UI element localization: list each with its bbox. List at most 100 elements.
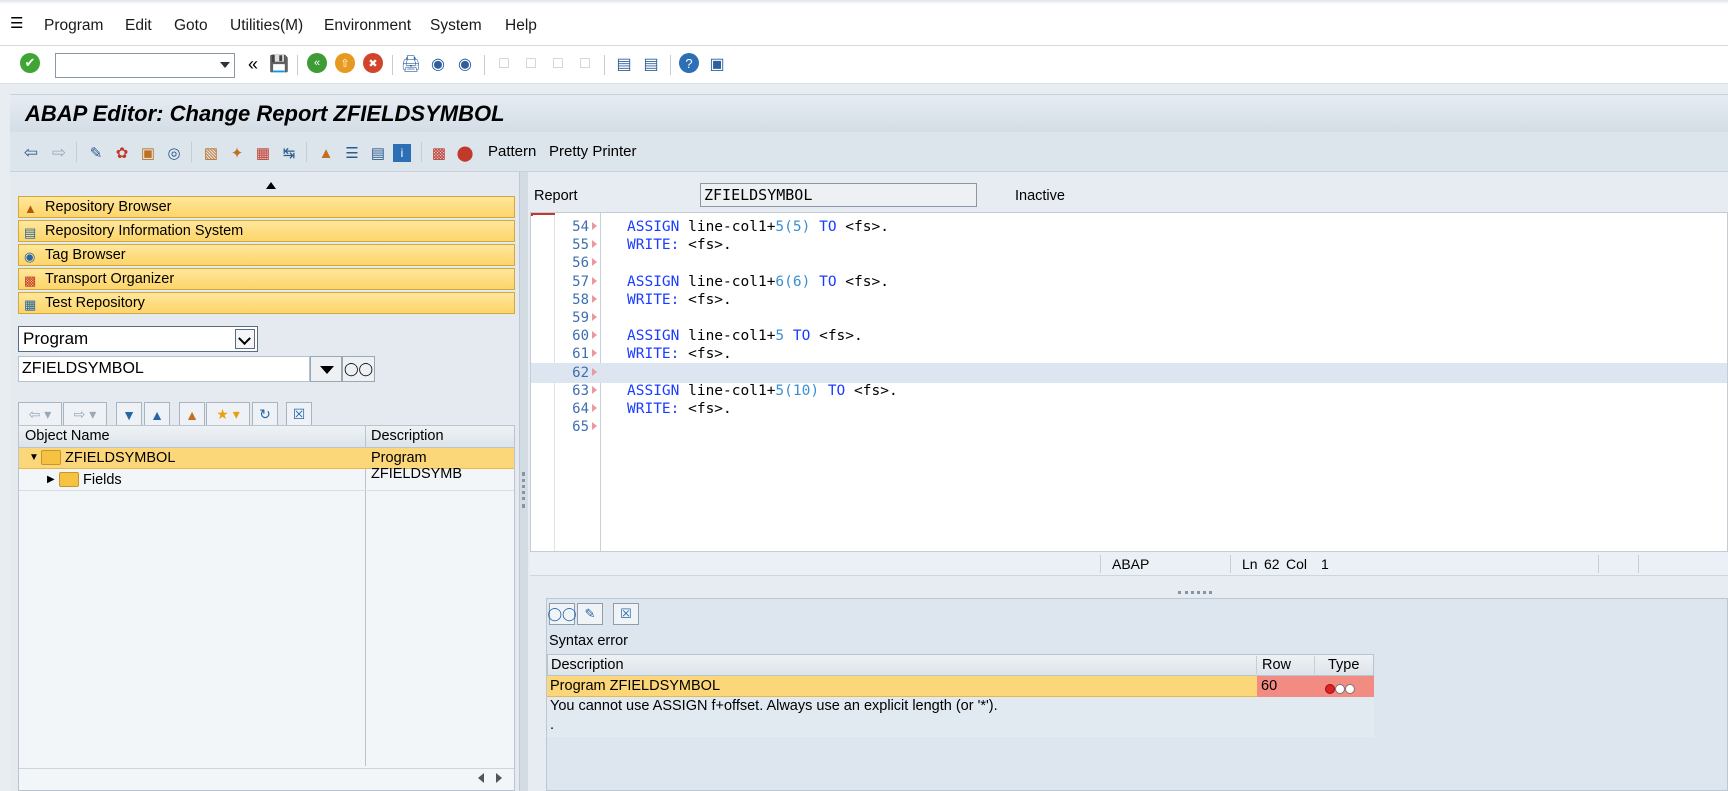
- stop-icon[interactable]: ⬤: [454, 142, 476, 164]
- menu-goto[interactable]: Goto: [174, 17, 208, 35]
- edit-pencil-icon[interactable]: ✎: [577, 603, 603, 625]
- scroll-left-icon[interactable]: [478, 773, 484, 783]
- where-used-icon[interactable]: ✦: [226, 142, 248, 164]
- code-line[interactable]: 61 WRITE: <fs>.: [531, 344, 1727, 364]
- tree-row-fields[interactable]: ▶ Fields: [19, 470, 514, 491]
- test-icon[interactable]: ▧: [200, 142, 222, 164]
- expand-subtree-icon[interactable]: ▼: [116, 402, 142, 427]
- display-glasses-icon[interactable]: ◯◯: [547, 603, 577, 625]
- code-line[interactable]: 64 WRITE: <fs>.: [531, 399, 1727, 419]
- close-icon[interactable]: ☒: [613, 603, 639, 625]
- close-browser-icon[interactable]: ☒: [286, 402, 312, 427]
- code-line[interactable]: 57 ASSIGN line-col1+6(6) TO <fs>.: [531, 272, 1727, 292]
- column-description[interactable]: Description: [551, 657, 624, 673]
- horizontal-scrollbar[interactable]: [19, 768, 514, 790]
- horizontal-splitter-handle[interactable]: [1178, 591, 1212, 596]
- tree-row-root[interactable]: ▼ ZFIELDSYMBOL Program ZFIELDSYMB: [19, 448, 514, 482]
- menu-edit[interactable]: Edit: [125, 17, 152, 35]
- activate-icon[interactable]: ◎: [163, 142, 185, 164]
- find-icon[interactable]: ◉: [427, 53, 449, 75]
- print-icon[interactable]: 🖨: [400, 53, 422, 75]
- last-page-icon[interactable]: □: [574, 53, 596, 75]
- repository-browser-button[interactable]: ▲ Repository Browser: [18, 196, 515, 218]
- next-page-icon[interactable]: □: [547, 53, 569, 75]
- repository-information-system-button[interactable]: ▤ Repository Information System: [18, 220, 515, 242]
- check-icon[interactable]: ▣: [137, 142, 159, 164]
- error-row[interactable]: Program ZFIELDSYMBOL 60: [547, 676, 1374, 697]
- help-icon[interactable]: ?: [679, 53, 699, 73]
- chevron-down-icon: [220, 62, 230, 68]
- menu-system[interactable]: System: [430, 17, 482, 35]
- display-glasses-icon[interactable]: ◯◯: [342, 356, 375, 382]
- code-line[interactable]: 58 WRITE: <fs>.: [531, 290, 1727, 310]
- code-line[interactable]: 65: [531, 417, 1727, 437]
- customize-layout-icon[interactable]: ▣: [706, 53, 728, 75]
- documentation-icon[interactable]: ▤: [367, 142, 389, 164]
- display-change-icon[interactable]: ✎: [85, 142, 107, 164]
- code-editor[interactable]: 54 ASSIGN line-col1+5(5) TO <fs>. 55 WRITE:…: [530, 212, 1728, 552]
- column-type[interactable]: Type: [1328, 657, 1359, 673]
- enter-check-icon[interactable]: ✔: [20, 53, 40, 73]
- save-icon[interactable]: 💾: [268, 53, 290, 75]
- inactive-objects-icon[interactable]: ☰: [341, 142, 363, 164]
- line-marker-icon: [592, 331, 597, 340]
- pane-splitter[interactable]: [520, 172, 528, 791]
- navigation-window-icon[interactable]: ↹: [278, 142, 300, 164]
- exit-icon[interactable]: ⇧: [335, 53, 355, 73]
- code-line[interactable]: 56: [531, 253, 1727, 273]
- code-line[interactable]: 63 ASSIGN line-col1+5(10) TO <fs>.: [531, 381, 1727, 401]
- hierarchy-icon[interactable]: ▲: [315, 142, 337, 164]
- set-breakpoint-icon[interactable]: ▩: [428, 142, 450, 164]
- column-object-name[interactable]: Object Name: [25, 428, 110, 444]
- object-type-select[interactable]: Program: [18, 326, 258, 352]
- code-line[interactable]: 59: [531, 308, 1727, 328]
- info-icon[interactable]: i: [393, 144, 411, 162]
- cancel-icon[interactable]: ✖: [363, 53, 383, 73]
- favorites-icon[interactable]: ★ ▾: [206, 402, 250, 427]
- collapsed-arrow-icon[interactable]: ▶: [47, 474, 55, 485]
- new-session-icon[interactable]: ▤: [613, 53, 635, 75]
- scroll-right-icon[interactable]: [496, 773, 502, 783]
- arrow-right-icon[interactable]: ⇨: [48, 142, 70, 164]
- column-description[interactable]: Description: [371, 428, 444, 444]
- arrow-left-icon[interactable]: ⇦: [20, 142, 42, 164]
- find-next-icon[interactable]: ◉: [454, 53, 476, 75]
- code-line[interactable]: 60 ASSIGN line-col1+5 TO <fs>.: [531, 326, 1727, 346]
- command-field[interactable]: [55, 53, 235, 78]
- test-repository-button[interactable]: ▦ Test Repository: [18, 292, 515, 314]
- back-icon[interactable]: «: [307, 53, 327, 73]
- line-marker-icon: [592, 276, 597, 285]
- object-list-icon[interactable]: ▦: [252, 142, 274, 164]
- error-pane-title: Syntax error: [549, 633, 628, 649]
- menu-program[interactable]: Program: [44, 17, 103, 35]
- menu-environment[interactable]: Environment: [324, 17, 411, 35]
- expanded-arrow-icon[interactable]: ▼: [29, 452, 39, 463]
- collapse-arrow-icon[interactable]: [266, 182, 276, 189]
- tag-browser-button[interactable]: ◉ Tag Browser: [18, 244, 515, 266]
- forward-history-icon[interactable]: ⇨ ▾: [63, 402, 107, 427]
- object-name-dropdown-button[interactable]: [310, 356, 342, 382]
- code-line[interactable]: 54 ASSIGN line-col1+5(5) TO <fs>.: [531, 217, 1727, 237]
- shortcut-icon[interactable]: ▤: [640, 53, 662, 75]
- object-name-input[interactable]: ZFIELDSYMBOL: [18, 356, 310, 382]
- menu-help[interactable]: Help: [505, 17, 537, 35]
- collapse-subtree-icon[interactable]: ▲: [144, 402, 170, 427]
- other-object-icon[interactable]: ✿: [111, 142, 133, 164]
- transport-organizer-button[interactable]: ▩ Transport Organizer: [18, 268, 515, 290]
- first-page-icon[interactable]: □: [493, 53, 515, 75]
- chevron-down-icon[interactable]: [235, 329, 255, 349]
- column-row[interactable]: Row: [1262, 657, 1291, 673]
- pattern-button[interactable]: Pattern: [488, 143, 536, 160]
- status-separator: [1638, 555, 1639, 573]
- collapse-command-icon[interactable]: «: [242, 53, 264, 75]
- refresh-icon[interactable]: ↻: [252, 402, 278, 427]
- back-history-icon[interactable]: ⇦ ▾: [18, 402, 62, 427]
- hierarchy-up-icon[interactable]: ▲: [179, 402, 205, 427]
- error-row-cell[interactable]: 60: [1257, 676, 1374, 697]
- menu-utilities[interactable]: Utilities(M): [230, 17, 303, 35]
- code-line[interactable]: 55 WRITE: <fs>.: [531, 235, 1727, 255]
- code-line[interactable]: 62: [531, 362, 1727, 383]
- system-menu-icon[interactable]: ☰: [10, 14, 28, 32]
- previous-page-icon[interactable]: □: [520, 53, 542, 75]
- pretty-printer-button[interactable]: Pretty Printer: [549, 143, 637, 160]
